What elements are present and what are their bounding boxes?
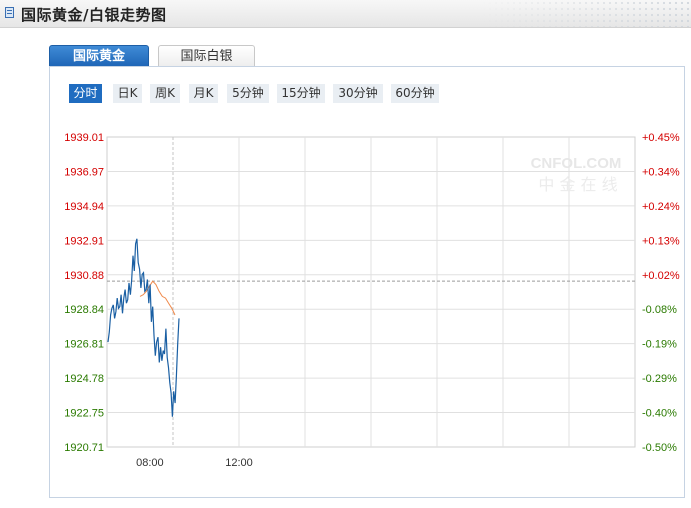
x-tick-label: 12:00 <box>225 457 253 469</box>
y-tick-label: 1936.97 <box>64 166 104 178</box>
y-axis-labels: 1939.01 1936.97 1934.94 1932.91 1930.88 1928.… <box>64 132 104 454</box>
watermark-text-2: 中 金 在 线 <box>538 175 617 194</box>
pct-tick-label: +0.02% <box>642 270 680 282</box>
pct-tick-label: +0.13% <box>642 235 680 247</box>
watermark-text-1: CNFOL.COM <box>531 155 622 172</box>
y-tick-label: 1930.88 <box>64 270 104 282</box>
watermark: CNFOL.COM 中 金 在 线 <box>531 155 622 194</box>
y-tick-label: 1922.75 <box>64 408 104 420</box>
pct-tick-label: -0.40% <box>642 408 677 420</box>
average-price-line <box>139 280 176 316</box>
x-tick-label: 08:00 <box>136 457 164 469</box>
price-line <box>107 238 180 417</box>
pct-tick-label: +0.45% <box>642 132 680 144</box>
pct-tick-label: -0.29% <box>642 373 677 385</box>
y-tick-label: 1939.01 <box>64 132 104 144</box>
y-tick-label: 1920.71 <box>64 442 104 454</box>
pct-tick-label: -0.08% <box>642 304 677 316</box>
y-tick-label: 1934.94 <box>64 201 104 213</box>
intraday-chart: CNFOL.COM 中 金 在 线 1939.011936.971934.941… <box>64 132 680 469</box>
y-tick-label: 1928.84 <box>64 304 104 316</box>
y-tick-label: 1926.81 <box>64 339 104 351</box>
pct-axis-labels: +0.45% +0.34% +0.24% +0.13% +0.02% -0.08% -0.1… <box>642 132 680 454</box>
pct-tick-label: +0.34% <box>642 166 680 178</box>
y-tick-label: 1924.78 <box>64 373 104 385</box>
y-tick-label: 1932.91 <box>64 235 104 247</box>
pct-tick-label: -0.19% <box>642 339 677 351</box>
pct-tick-label: -0.50% <box>642 442 677 454</box>
pct-tick-label: +0.24% <box>642 201 680 213</box>
x-axis-labels: 08:00 12:00 <box>136 457 253 469</box>
